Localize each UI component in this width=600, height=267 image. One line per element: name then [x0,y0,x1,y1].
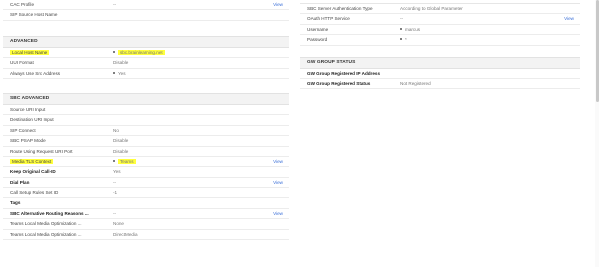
row-label: SBC Server Authentication Type [307,6,373,11]
row-keep-original-call-id: Keep Original Call-ID Yes [3,167,289,178]
row-source-uri-input: Source URI Input [3,105,289,116]
row-oauth-http-service: OAuth HTTP Service -- View [300,14,580,25]
row-route-using-request-uri-port: Route Using Request URI Port Disable [3,147,289,157]
row-value: sbc.brainlearning.net [118,49,165,55]
row-value: Yes [118,70,126,76]
row-value: Not Registered [400,80,431,86]
row-destination-uri-input: Destination URI Input [3,115,289,126]
row-label: SIP Source Host Name [10,12,58,18]
section-header-advanced: ADVANCED [3,35,289,48]
row-teams-local-media-optimization-2: Teams Local Media Optimization ... Direc… [3,230,289,241]
row-label: Media TLS Context [10,158,54,164]
row-label: Route Using Request URI Port [10,148,73,154]
row-password: Password * [300,35,580,46]
left-panel: CAC Profile -- View SIP Source Host Name… [3,0,289,241]
row-call-setup-rules-set-id: Call Setup Rules Set ID -1 [3,188,289,199]
row-sbc-psap-mode: SBC PSAP Mode Disable [3,136,289,147]
row-value: -- [113,2,117,7]
row-value: No [113,127,119,133]
row-label: GW Group Registered IP Address [307,70,381,76]
row-label: CAC Profile [10,2,34,7]
bullet-icon [113,160,115,163]
row-gw-group-registered-status: GW Group Registered Status Not Registere… [300,79,580,90]
row-label: Destination URI Input [10,117,54,123]
row-sbc-server-authentication-type: SBC Server Authentication Type According… [300,4,580,15]
row-label: Username [307,26,329,32]
scrollbar-thumb[interactable] [596,0,599,102]
row-label: SIP Connect [10,127,36,133]
row-value: Teams [118,158,136,164]
row-value: marcus [405,26,421,32]
row-value: Yes [113,169,121,175]
row-username: Username marcus [300,25,580,36]
row-label: Teams Local Media Optimization ... [10,231,82,237]
row-value: Disable [113,60,129,66]
row-label: Call Setup Rules Set ID [10,190,59,196]
row-teams-local-media-optimization-1: Teams Local Media Optimization ... None [3,219,289,230]
row-value: None [113,221,124,227]
row-label: Dial Plan [10,179,30,185]
view-link[interactable]: View [273,157,283,166]
bullet-icon [400,28,402,31]
row-sbc-alternative-routing-reasons: SBC Alternative Routing Reasons ... -- V… [3,209,289,220]
bullet-icon [113,71,115,74]
row-label: Source URI Input [10,106,46,112]
row-label: UUI Format [10,60,34,66]
row-value: * [405,37,407,43]
row-media-tls-context: Media TLS Context Teams View [3,157,289,168]
row-local-host-name: Local Host Name sbc.brainlearning.net [3,48,289,59]
row-label: SBC PSAP Mode [10,138,46,144]
bullet-icon [400,38,402,41]
row-label: Always Use Src Address [10,70,61,76]
view-link[interactable]: View [273,0,283,9]
view-link[interactable]: View [564,14,574,23]
row-gw-group-registered-ip-address: GW Group Registered IP Address [300,69,580,79]
row-value: According to Global Parameter [400,6,463,11]
section-header-gw-group-status: GW GROUP STATUS [300,56,580,69]
row-label: Local Host Name [10,49,50,55]
row-value: -- [113,210,117,216]
row-label: SBC Alternative Routing Reasons ... [10,210,89,216]
row-label: Tags [10,200,21,206]
row-dial-plan: Dial Plan -- View [3,178,289,189]
section-header-sbc-advanced: SBC ADVANCED [3,92,289,105]
row-value: -- [400,16,404,22]
row-label: Password [307,37,328,43]
row-sip-source-host-name: SIP Source Host Name [3,10,289,21]
row-cac-profile: CAC Profile -- View [3,0,289,11]
row-label: Keep Original Call-ID [10,169,56,175]
row-sip-connect: SIP Connect No [3,126,289,137]
row-value: -1 [113,190,118,196]
view-link[interactable]: View [273,209,283,218]
row-uui-format: UUI Format Disable [3,58,289,69]
row-value: Disable [113,138,129,144]
row-label: OAuth HTTP Service [307,16,350,22]
row-label: GW Group Registered Status [307,80,371,86]
row-label: Teams Local Media Optimization ... [10,221,82,227]
right-panel: SBC Server Authentication Type According… [300,0,580,90]
row-value: Disable [113,148,129,154]
row-value: -- [113,179,117,185]
bullet-icon [113,51,115,54]
row-always-use-src-address: Always Use Src Address Yes [3,69,289,79]
row-tags: Tags [3,198,289,209]
view-link[interactable]: View [273,178,283,187]
row-value: DirectMedia [113,231,138,237]
